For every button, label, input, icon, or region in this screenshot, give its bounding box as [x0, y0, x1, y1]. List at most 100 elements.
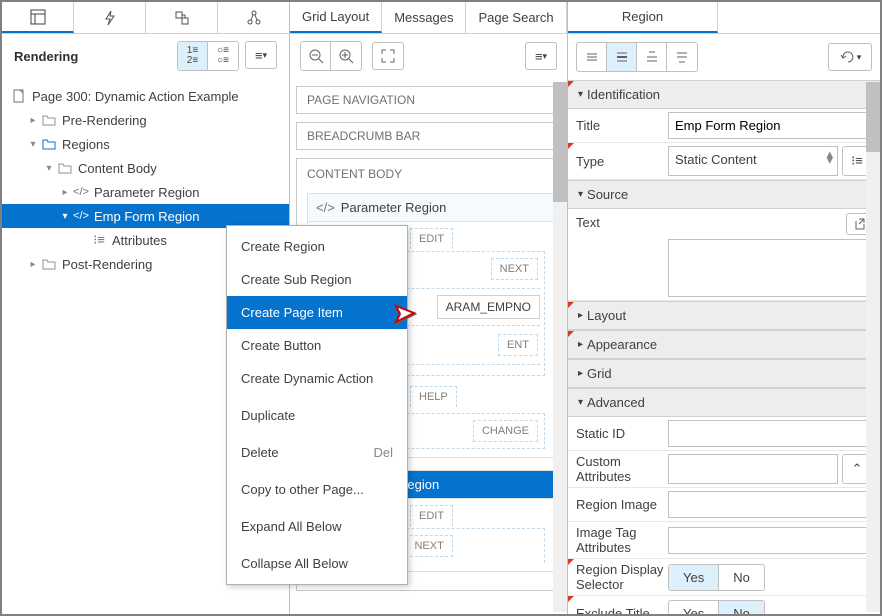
page-icon — [10, 89, 28, 103]
display-mode-2[interactable] — [607, 43, 637, 71]
prop-text: Text — [568, 209, 880, 301]
shortcut: Del — [373, 445, 393, 460]
view-numbered-icon[interactable]: 1≡2≡ — [178, 42, 208, 70]
view-grouped-icon[interactable]: ○≡○≡ — [208, 42, 238, 70]
next-slot[interactable]: NEXT — [405, 535, 452, 557]
rendering-label: Rendering — [14, 49, 177, 64]
type-select[interactable]: Static Content▴▾ — [668, 146, 838, 176]
expand-icon[interactable]: ▸ — [58, 187, 72, 198]
tree-pre-rendering[interactable]: ▸ Pre-Rendering — [2, 108, 289, 132]
undo-menu-button[interactable]: ▾ — [828, 43, 872, 71]
param-empno-item[interactable]: ARAM_EMPNO — [437, 295, 540, 319]
tree-regions[interactable]: ▾ Regions — [2, 132, 289, 156]
ctx-duplicate[interactable]: Duplicate — [227, 399, 407, 432]
section-advanced[interactable]: ▾Advanced — [568, 388, 880, 417]
tab-messages[interactable]: Messages — [382, 2, 466, 33]
tab-dynamic-actions[interactable] — [74, 2, 146, 33]
edit-slot[interactable]: EDIT — [410, 228, 453, 249]
folder-icon — [56, 162, 74, 174]
menu-button[interactable]: ≡▾ — [245, 41, 277, 69]
popout-icon — [853, 218, 865, 230]
share-icon — [246, 10, 262, 26]
tree-page-node[interactable]: Page 300: Dynamic Action Example — [2, 84, 289, 108]
tab-grid-layout[interactable]: Grid Layout — [290, 2, 382, 33]
right-toolbar: ▾ — [568, 34, 880, 80]
ctx-create-dynamic-action[interactable]: Create Dynamic Action — [227, 362, 407, 395]
prop-label: Type — [576, 154, 668, 169]
change-slot[interactable]: CHANGE — [473, 420, 538, 442]
collapse-icon[interactable]: ▾ — [58, 211, 72, 222]
tab-region[interactable]: Region — [568, 2, 718, 33]
ctx-create-page-item[interactable]: Create Page Item — [227, 296, 407, 329]
image-tag-input[interactable] — [668, 527, 872, 554]
left-header: Rendering 1≡2≡ ○≡○≡ ≡▾ — [2, 34, 289, 78]
zoom-out-button[interactable] — [301, 42, 331, 70]
ctx-create-sub-region[interactable]: Create Sub Region — [227, 263, 407, 296]
folder-icon — [40, 114, 58, 126]
scrollbar[interactable] — [553, 82, 567, 612]
right-panel: Region ▾ ▾Identification Title Type Stat… — [568, 2, 880, 614]
view-mode-buttons: 1≡2≡ ○≡○≡ — [177, 41, 239, 71]
ctx-copy-to-other-page[interactable]: Copy to other Page... — [227, 473, 407, 506]
code-icon: </> — [72, 186, 90, 198]
display-mode-3[interactable] — [637, 43, 667, 71]
region-image-input[interactable] — [668, 491, 872, 518]
toggle-no[interactable]: No — [719, 601, 764, 615]
section-layout[interactable]: ▸Layout — [568, 301, 880, 330]
menu-button[interactable]: ≡▾ — [525, 42, 557, 70]
expand-button[interactable] — [372, 42, 404, 70]
collapse-icon[interactable]: ▾ — [26, 139, 40, 150]
ctx-collapse-all[interactable]: Collapse All Below — [227, 547, 407, 580]
display-mode-4[interactable] — [667, 43, 697, 71]
breadcrumb-block[interactable]: BREADCRUMB BAR — [296, 122, 561, 150]
zoom-in-button[interactable] — [331, 42, 361, 70]
section-identification[interactable]: ▾Identification — [568, 80, 880, 109]
custom-attrs-input[interactable] — [668, 454, 838, 484]
tree-parameter-region[interactable]: ▸ </> Parameter Region — [2, 180, 289, 204]
prop-label: Static ID — [576, 426, 668, 441]
section-grid[interactable]: ▸Grid — [568, 359, 880, 388]
tab-page-search[interactable]: Page Search — [466, 2, 566, 33]
help-slot[interactable]: HELP — [410, 386, 457, 407]
next-slot[interactable]: NEXT — [491, 258, 538, 280]
tab-processing[interactable] — [146, 2, 218, 33]
section-appearance[interactable]: ▸Appearance — [568, 330, 880, 359]
tree-view-icon — [30, 9, 46, 25]
prop-exclude-title: Exclude Title Yes No — [568, 596, 880, 614]
ctx-delete[interactable]: DeleteDel — [227, 436, 407, 469]
tab-shared[interactable] — [218, 2, 289, 33]
ctx-expand-all[interactable]: Expand All Below — [227, 510, 407, 543]
ctx-create-button[interactable]: Create Button — [227, 329, 407, 362]
right-tabs: Region — [568, 2, 880, 34]
ent-slot[interactable]: ENT — [498, 334, 538, 356]
prop-image-tag-attrs: Image Tag Attributes — [568, 522, 880, 559]
prop-region-image: Region Image — [568, 488, 880, 522]
toggle-yes[interactable]: Yes — [669, 565, 719, 590]
expand-icon[interactable]: ▸ — [26, 259, 40, 270]
toggle-no[interactable]: No — [719, 565, 764, 590]
scrollbar[interactable] — [866, 82, 880, 612]
page-navigation-block[interactable]: PAGE NAVIGATION — [296, 86, 561, 114]
folder-icon — [40, 258, 58, 270]
process-icon — [174, 10, 190, 26]
tree-content-body[interactable]: ▾ Content Body — [2, 156, 289, 180]
content-body-title: CONTENT BODY — [303, 165, 554, 189]
tree-label: Page 300: Dynamic Action Example — [32, 89, 239, 104]
tree-label: Post-Rendering — [62, 257, 152, 272]
expand-icon[interactable]: ▸ — [26, 115, 40, 126]
text-textarea[interactable] — [668, 239, 872, 297]
title-input[interactable] — [668, 112, 872, 139]
collapse-icon[interactable]: ▾ — [42, 163, 56, 174]
edit-slot[interactable]: EDIT — [410, 505, 453, 526]
prop-label: Region Display Selector — [576, 562, 668, 592]
static-id-input[interactable] — [668, 420, 872, 447]
ctx-create-region[interactable]: Create Region — [227, 230, 407, 263]
region-header[interactable]: </> Parameter Region — [308, 194, 553, 222]
lightning-icon — [102, 10, 118, 26]
display-mode-1[interactable] — [577, 43, 607, 71]
zoom-out-icon — [308, 48, 324, 64]
section-source[interactable]: ▾Source — [568, 180, 880, 209]
toggle-yes[interactable]: Yes — [669, 601, 719, 615]
tab-rendering[interactable] — [2, 2, 74, 33]
prop-label: Text — [576, 215, 668, 230]
